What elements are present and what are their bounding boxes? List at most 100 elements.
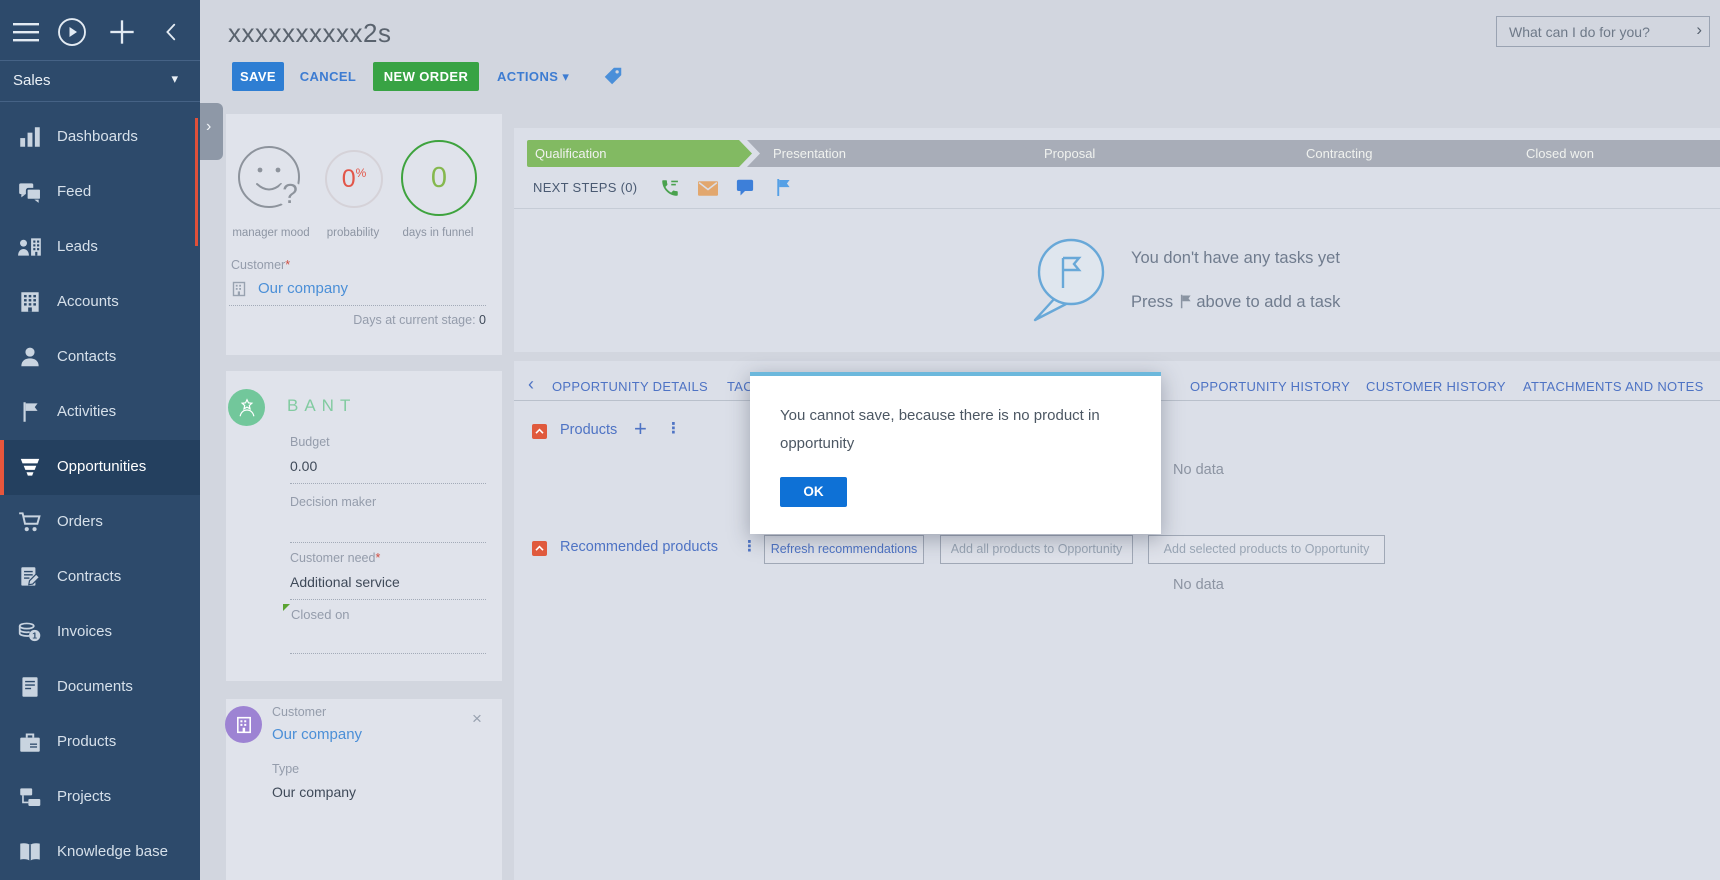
sidebar-item-orders[interactable]: Orders: [0, 495, 200, 550]
sidebar-item-accounts[interactable]: Accounts: [0, 275, 200, 330]
sidebar-item-opportunities[interactable]: Opportunities: [0, 440, 200, 495]
products-icon: [17, 729, 43, 755]
save-button[interactable]: SAVE: [232, 62, 284, 91]
sidebar-item-label: Contracts: [57, 568, 122, 585]
days-in-funnel-value: 0: [430, 161, 448, 194]
sidebar-item-leads[interactable]: Leads: [0, 220, 200, 275]
sidebar-item-contracts[interactable]: Contracts: [0, 550, 200, 605]
new-order-button[interactable]: NEW ORDER: [373, 62, 479, 91]
chevron-right-icon: ›: [206, 118, 212, 135]
sidebar-item-label: Knowledge base: [57, 843, 168, 860]
customer-field-value[interactable]: Our company: [258, 280, 348, 297]
refresh-recommendations-button[interactable]: Refresh recommendations: [764, 535, 924, 564]
budget-value[interactable]: 0.00: [290, 458, 317, 474]
sidebar-item-documents[interactable]: Documents: [0, 660, 200, 715]
page-title: xxxxxxxxxx2s: [228, 18, 392, 48]
opportunities-icon: [17, 454, 43, 480]
bant-title: BANT: [287, 396, 357, 415]
sidebar-item-label: Leads: [57, 238, 98, 255]
add-call-icon[interactable]: [660, 178, 680, 198]
actions-dropdown[interactable]: ACTIONS ▾: [497, 62, 569, 91]
sidebar-item-invoices[interactable]: 1 Invoices: [0, 605, 200, 660]
customer-card-link[interactable]: Our company: [272, 726, 362, 743]
required-marker: *: [375, 551, 381, 565]
workplace-selector[interactable]: Sales ▾: [0, 61, 200, 101]
sidebar-item-contacts[interactable]: Contacts: [0, 330, 200, 385]
type-value: Our company: [272, 784, 357, 800]
tab-opportunity-details[interactable]: OPPORTUNITY DETAILS: [552, 379, 708, 394]
recommended-section-title[interactable]: Recommended products: [560, 539, 718, 555]
add-all-products-button[interactable]: Add all products to Opportunity: [940, 535, 1133, 564]
probability-label: probability: [326, 227, 380, 239]
sidebar-item-products[interactable]: Products: [0, 715, 200, 770]
contracts-icon: [17, 564, 43, 590]
type-label: Type: [272, 762, 300, 776]
chevron-down-icon: ▾: [562, 69, 570, 84]
manager-mood-icon[interactable]: ?: [233, 143, 307, 222]
sidebar-item-label: Accounts: [57, 293, 119, 310]
recommended-collapse-toggle[interactable]: [532, 541, 547, 556]
probability-value: 0: [341, 164, 356, 193]
probability-unit: %: [355, 166, 367, 180]
stage-presentation[interactable]: Presentation: [747, 140, 1041, 167]
add-task-icon[interactable]: [774, 178, 794, 198]
stage-proposal[interactable]: Proposal: [1018, 140, 1303, 167]
days-at-stage-value: 0: [479, 313, 486, 327]
collapse-sidebar-icon[interactable]: [154, 14, 190, 50]
sidebar-item-projects[interactable]: Projects: [0, 770, 200, 825]
probability-ring[interactable]: 0%: [325, 150, 383, 208]
field-underline: [290, 598, 486, 600]
days-at-stage: Days at current stage: 0: [353, 313, 486, 327]
dialog-ok-button[interactable]: OK: [780, 477, 847, 507]
field-underline: [290, 482, 486, 484]
add-record-icon[interactable]: [104, 14, 140, 50]
sidebar-item-activities[interactable]: Activities: [0, 385, 200, 440]
tabs-scroll-left-icon[interactable]: ‹: [528, 374, 534, 395]
knowledge-base-icon: [17, 839, 43, 865]
tag-icon[interactable]: [602, 65, 624, 92]
add-product-icon[interactable]: +: [634, 416, 647, 442]
sidebar-item-feed[interactable]: Feed: [0, 165, 200, 220]
products-menu-kebab-icon[interactable]: ⋮: [666, 419, 681, 437]
assistant-search-input[interactable]: What can I do for you? ›: [1496, 16, 1710, 47]
stage-qualification[interactable]: Qualification: [527, 140, 752, 167]
sidebar-item-dashboards[interactable]: Dashboards: [0, 110, 200, 165]
tab-attachments-and-notes[interactable]: ATTACHMENTS AND NOTES: [1523, 379, 1704, 394]
sidebar-item-label: Contacts: [57, 348, 117, 365]
tab-opportunity-history[interactable]: OPPORTUNITY HISTORY: [1190, 379, 1350, 394]
expand-panel-tab[interactable]: ›: [200, 103, 223, 160]
add-selected-products-button[interactable]: Add selected products to Opportunity: [1148, 535, 1385, 564]
svg-text:?: ?: [282, 178, 298, 209]
account-icon: [231, 281, 247, 302]
sidebar-scrollbar[interactable]: [195, 118, 198, 246]
sidebar-item-label: Orders: [57, 513, 103, 530]
stage-contracting[interactable]: Contracting: [1280, 140, 1523, 167]
add-email-icon[interactable]: [698, 181, 718, 201]
customer-need-value[interactable]: Additional service: [290, 574, 400, 590]
products-section-title[interactable]: Products: [560, 422, 617, 438]
customer-card-label: Customer: [272, 705, 327, 719]
products-collapse-toggle[interactable]: [532, 424, 547, 439]
add-message-icon[interactable]: [736, 178, 756, 198]
tasks-empty-line2: Press above to add a task: [1131, 293, 1341, 311]
dashboards-icon: [17, 124, 43, 150]
recommended-menu-kebab-icon[interactable]: ⋮: [742, 537, 757, 555]
activities-icon: [17, 399, 43, 425]
cancel-button[interactable]: CANCEL: [298, 62, 358, 91]
tab-customer-history[interactable]: CUSTOMER HISTORY: [1366, 379, 1506, 394]
next-steps-title: NEXT STEPS (0): [533, 180, 638, 195]
field-underline: [290, 652, 486, 654]
chevron-down-icon: ▾: [171, 71, 178, 86]
tasks-empty-icon: [1031, 236, 1111, 329]
run-process-icon[interactable]: [54, 14, 90, 50]
menu-hamburger-icon[interactable]: [8, 14, 44, 50]
chevron-right-icon[interactable]: ›: [1696, 20, 1702, 40]
stage-closed-won[interactable]: Closed won: [1500, 140, 1720, 167]
bant-stage-icon: [228, 389, 265, 426]
close-icon[interactable]: ×: [472, 710, 482, 727]
budget-label: Budget: [290, 435, 330, 449]
tasks-empty-line1: You don't have any tasks yet: [1131, 249, 1340, 267]
actions-label: ACTIONS: [497, 69, 559, 84]
sidebar-item-knowledge-base[interactable]: Knowledge base: [0, 825, 200, 880]
sidebar-divider: [0, 101, 200, 102]
